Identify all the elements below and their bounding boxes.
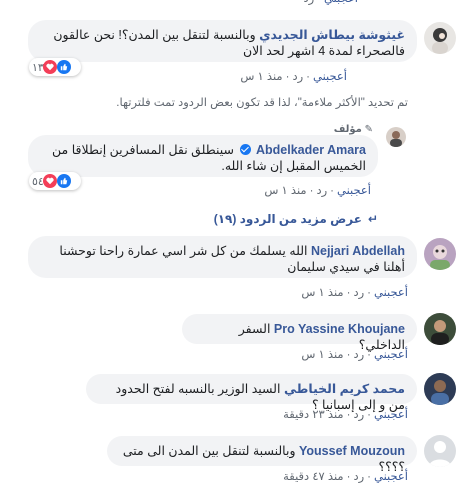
comment-author[interactable]: محمد كريم الخياطي — [284, 382, 405, 396]
like-link[interactable]: أعجبني — [374, 471, 408, 483]
comment-author[interactable]: Youssef Mouzoun — [299, 444, 405, 458]
avatar[interactable] — [424, 435, 456, 467]
comment-actions: أعجبني·رد·منذ ١ س — [301, 349, 408, 361]
comment-actions: أعجبني·رد·منذ ١ س — [264, 185, 371, 197]
top-clipped-actions: أعجبني·رد — [303, 0, 358, 5]
comment-bubble: Nejjari Abdellah الله يسلمك من كل شر اسي… — [28, 236, 417, 278]
comment-time[interactable]: منذ ١ س — [301, 287, 343, 299]
avatar[interactable] — [424, 313, 456, 345]
like-reaction-icon — [56, 174, 71, 188]
avatar[interactable] — [424, 22, 456, 54]
comment-time[interactable]: منذ ١ س — [240, 71, 282, 83]
comment-time[interactable]: منذ ٢٣ دقيقة — [283, 409, 344, 421]
comment-time[interactable]: منذ ١ س — [301, 349, 343, 361]
comment-bubble: Pro Yassine Khoujane السفر الداخلي؟ — [182, 314, 417, 352]
comment-actions: أعجبني·رد·منذ ١ س — [240, 71, 347, 83]
reaction-summary[interactable]: ٥٤ — [29, 172, 81, 190]
love-reaction-icon — [42, 60, 57, 74]
comment-bubble: محمد كريم الخياطي السيد الوزير بالنسبه ل… — [86, 374, 417, 412]
comment-actions: أعجبني·رد·منذ ٢٣ دقيقة — [283, 409, 408, 421]
like-link[interactable]: أعجبني — [313, 71, 347, 83]
pencil-icon: ✎ — [364, 124, 373, 135]
comment-author[interactable]: Pro Yassine Khoujane — [274, 322, 405, 336]
avatar[interactable] — [386, 127, 406, 147]
view-more-replies[interactable]: ↵عرض مزيد من الردود (١٩) — [214, 212, 378, 226]
reply-arrow-icon: ↵ — [367, 212, 378, 226]
reply-link[interactable]: رد — [353, 287, 364, 299]
like-link[interactable]: أعجبني — [374, 349, 408, 361]
comment-bubble: Youssef Mouzoun وبالنسبة لتنقل بين المدن… — [107, 436, 417, 474]
comment-author[interactable]: غيثوشة بيطاش الجديدي — [259, 28, 405, 42]
like-link[interactable]: أعجبني — [374, 409, 408, 421]
reply-link[interactable]: رد — [353, 409, 364, 421]
like-link[interactable]: أعجبني — [374, 287, 408, 299]
comment-time[interactable]: منذ ٤٧ دقيقة — [283, 471, 344, 483]
comment-actions: أعجبني·رد·منذ ٤٧ دقيقة — [283, 471, 408, 483]
reply-link[interactable]: رد — [353, 471, 364, 483]
comment-actions: أعجبني·رد·منذ ١ س — [301, 287, 408, 299]
comment-author[interactable]: Nejjari Abdellah — [311, 244, 405, 258]
comment-author[interactable]: Abdelkader Amara — [256, 143, 366, 157]
author-badge: ✎ مؤلف — [333, 124, 373, 135]
like-link[interactable]: أعجبني — [324, 0, 358, 5]
like-link[interactable]: أعجبني — [337, 185, 371, 197]
like-reaction-icon — [56, 60, 71, 74]
comment-bubble: غيثوشة بيطاش الجديدي وبالنسبة لتنقل بين … — [28, 20, 417, 62]
reply-link[interactable]: رد — [292, 71, 303, 83]
filter-note: تم تحديد "الأكثر ملاءمة"، لذا قد تكون بع… — [116, 97, 408, 109]
verified-icon — [239, 144, 251, 155]
comment-bubble: Abdelkader Amara سينطلق نقل المسافرين إن… — [28, 135, 378, 177]
reply-link[interactable]: رد — [353, 349, 364, 361]
reaction-summary[interactable]: ١٣ — [29, 58, 81, 76]
reply-link[interactable]: رد — [316, 185, 327, 197]
comment-time[interactable]: منذ ١ س — [264, 185, 306, 197]
avatar[interactable] — [424, 238, 456, 270]
reply-link[interactable]: رد — [303, 0, 314, 5]
avatar[interactable] — [424, 373, 456, 405]
love-reaction-icon — [42, 174, 57, 188]
